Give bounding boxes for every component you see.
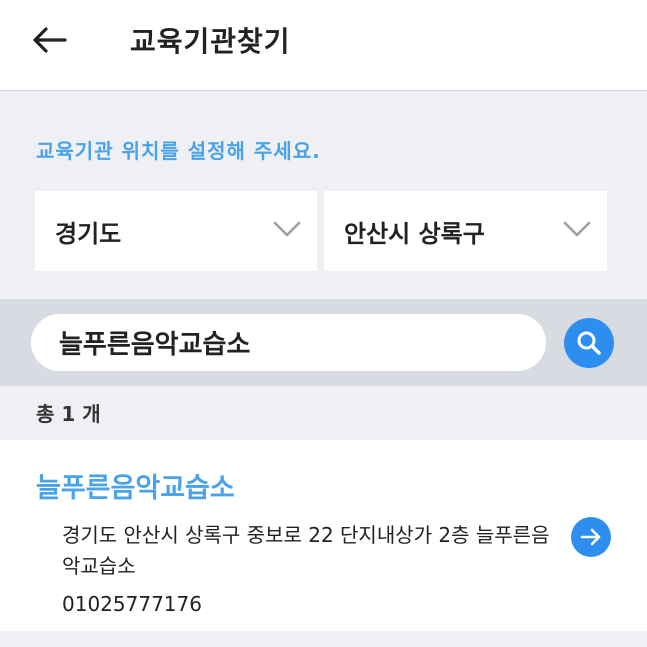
district-select-value: 안산시 상록구	[344, 219, 485, 248]
search-button[interactable]	[564, 318, 614, 368]
district-select[interactable]: 안산시 상록구	[324, 191, 607, 271]
search-icon	[577, 331, 601, 355]
back-button[interactable]	[28, 22, 70, 58]
result-detail-button[interactable]	[571, 517, 611, 557]
province-select-value: 경기도	[55, 219, 122, 248]
result-name: 늘푸른음악교습소	[36, 473, 235, 504]
search-input[interactable]	[31, 314, 546, 371]
arrow-right-icon	[580, 528, 601, 546]
province-select[interactable]: 경기도	[35, 191, 317, 271]
result-address: 경기도 안산시 상록구 중보로 22 단지내상가 2층 늘푸른음악교습소	[62, 523, 550, 578]
result-list-item[interactable]: 늘푸른음악교습소 경기도 안산시 상록구 중보로 22 단지내상가 2층 늘푸른…	[0, 440, 647, 631]
app-header: 교육기관찾기	[0, 0, 647, 91]
arrow-left-icon	[33, 27, 67, 53]
result-phone: 01025777176	[62, 592, 202, 616]
chevron-down-icon	[273, 221, 301, 237]
location-guide-text: 교육기관 위치를 설정해 주세요.	[36, 139, 321, 163]
chevron-down-icon	[563, 221, 591, 237]
page-title: 교육기관찾기	[130, 25, 291, 58]
result-count: 총 1 개	[36, 402, 101, 426]
